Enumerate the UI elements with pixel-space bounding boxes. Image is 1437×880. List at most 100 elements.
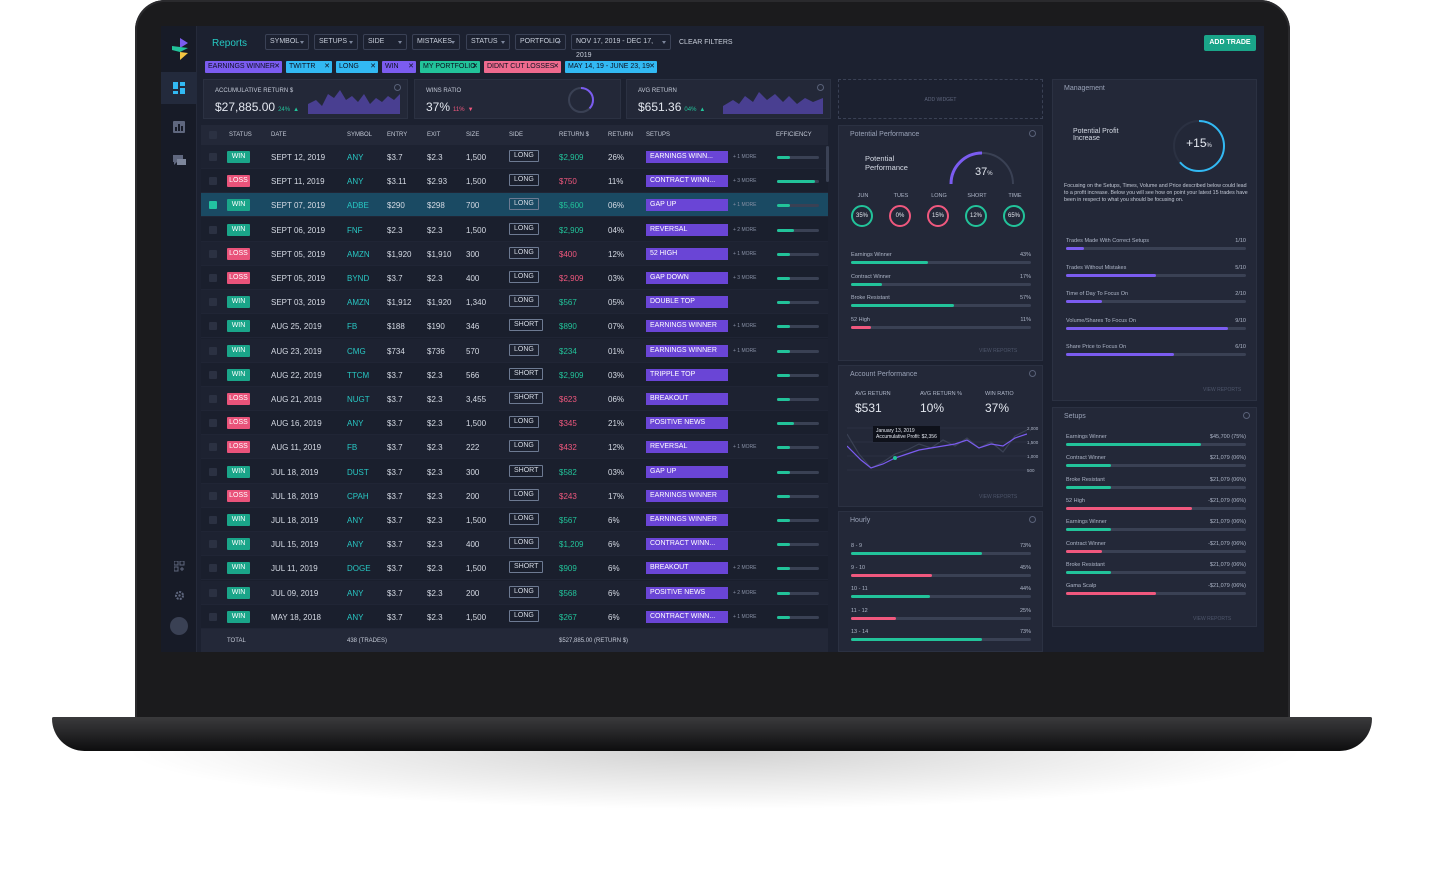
add-trade-button[interactable]: ADD TRADE — [1204, 35, 1256, 51]
more-setups-link[interactable]: + 1 MORE — [733, 251, 756, 257]
row-checkbox[interactable] — [209, 298, 217, 307]
filter-setups[interactable]: SETUPS — [314, 34, 358, 50]
row-checkbox[interactable] — [209, 540, 217, 549]
gear-icon[interactable] — [1243, 412, 1250, 419]
row-checkbox[interactable] — [209, 419, 217, 428]
table-row[interactable]: WIN SEPT 12, 2019 ANY $3.7 $2.3 1,500 $2,909 26… — [201, 145, 828, 169]
setup-tag[interactable]: BREAKOUT — [646, 393, 728, 405]
table-row[interactable]: WIN AUG 23, 2019 CMG $734 $736 570 $234 01% LONG… — [201, 338, 828, 363]
table-row[interactable]: WIN JUL 18, 2019 DUST $3.7 $2.3 300 $582 03% SHO… — [201, 460, 828, 484]
row-checkbox[interactable] — [209, 443, 217, 452]
row-checkbox[interactable] — [209, 249, 217, 258]
table-row[interactable]: LOSS AUG 21, 2019 NUGT $3.7 $2.3 3,455 $623 06%… — [201, 387, 828, 411]
table-row[interactable]: WIN AUG 22, 2019 TTCM $3.7 $2.3 566 $2,909 03% S… — [201, 363, 828, 387]
row-checkbox[interactable] — [209, 201, 217, 210]
view-reports-link[interactable]: VIEW REPORTS — [979, 494, 1017, 500]
row-checkbox[interactable] — [209, 467, 217, 476]
gear-icon[interactable] — [394, 84, 401, 91]
setup-tag[interactable]: REVERSAL — [646, 223, 728, 236]
avatar[interactable] — [170, 617, 188, 635]
view-reports-link[interactable]: VIEW REPORTS — [1203, 387, 1241, 393]
col-size[interactable]: SIZE — [466, 132, 479, 138]
col-symbol[interactable]: SYMBOL — [347, 132, 372, 138]
table-row[interactable]: WIN AUG 25, 2019 FB $188 $190 346 $890 07% SHORT… — [201, 314, 828, 339]
col-date[interactable]: DATE — [271, 132, 287, 138]
setup-tag[interactable]: EARNINGS WINNER — [646, 514, 728, 526]
row-checkbox[interactable] — [209, 225, 217, 234]
col-return-dollar[interactable]: RETURN $ — [559, 132, 589, 138]
sidebar-item-settings[interactable] — [161, 579, 197, 611]
setup-tag[interactable]: EARNINGS WINNER — [646, 344, 728, 357]
setup-tag[interactable]: GAP DOWN — [646, 272, 728, 284]
table-row[interactable]: WIN SEPT 03, 2019 AMZN $1,912 $1,920 1,340 $56… — [201, 290, 828, 315]
filter-symbol[interactable]: SYMBOL — [265, 34, 309, 50]
sidebar-item-dashboard[interactable] — [161, 72, 197, 104]
more-setups-link[interactable]: + 3 MORE — [733, 178, 756, 184]
view-reports-link[interactable]: VIEW REPORTS — [1193, 616, 1231, 622]
row-checkbox[interactable] — [209, 177, 217, 186]
add-widget-slot[interactable]: ADD WIDGET — [838, 79, 1043, 119]
more-setups-link[interactable]: + 2 MORE — [733, 590, 756, 596]
setup-tag[interactable]: POSITIVE NEWS — [646, 417, 728, 430]
table-row[interactable]: WIN JUL 09, 2019 ANY $3.7 $2.3 200 $568 6% LONG P… — [201, 580, 828, 605]
setup-tag[interactable]: POSITIVE NEWS — [646, 586, 728, 599]
table-row[interactable]: WIN MAY 18, 2018 ANY $3.7 $2.3 1,500 $267 6% LON… — [201, 605, 828, 629]
setup-tag[interactable]: GAP UP — [646, 465, 728, 478]
close-icon[interactable]: ✕ — [274, 61, 280, 73]
close-icon[interactable]: ✕ — [408, 61, 414, 73]
row-checkbox[interactable] — [209, 491, 217, 500]
table-row[interactable]: WIN JUL 15, 2019 ANY $3.7 $2.3 400 $1,209 6% LON… — [201, 532, 828, 557]
filter-portfolio[interactable]: PORTFOLIO — [515, 34, 566, 50]
table-row[interactable]: LOSS JUL 18, 2019 CPAH $3.7 $2.3 200 $243 17% LO… — [201, 483, 828, 508]
close-icon[interactable]: ✕ — [553, 61, 559, 73]
sidebar-item-widgets[interactable] — [161, 550, 197, 582]
setup-tag[interactable]: DOUBLE TOP — [646, 296, 728, 309]
table-row[interactable]: LOSS SEPT 05, 2019 BYND $3.7 $2.3 400 $2,909 03… — [201, 266, 828, 290]
sidebar-item-messages[interactable] — [161, 145, 197, 177]
setup-tag[interactable]: 52 HIGH — [646, 247, 728, 260]
col-return[interactable]: RETURN — [608, 132, 633, 138]
row-checkbox[interactable] — [209, 612, 217, 621]
col-setups[interactable]: SETUPS — [646, 132, 670, 138]
row-checkbox[interactable] — [209, 346, 217, 355]
setup-tag[interactable]: CONTRACT WINN... — [646, 610, 728, 623]
row-checkbox[interactable] — [209, 588, 217, 597]
setup-tag[interactable]: EARNINGS WINNER — [646, 320, 728, 333]
table-row[interactable]: WIN SEPT 07, 2019 ADBE $290 $298 700 $5,600 06%… — [201, 193, 828, 218]
more-setups-link[interactable]: + 1 MORE — [733, 323, 756, 329]
close-icon[interactable]: ✕ — [472, 61, 478, 73]
setup-tag[interactable]: CONTRACT WINN... — [646, 175, 728, 188]
row-checkbox[interactable] — [209, 370, 217, 379]
table-row[interactable]: LOSS AUG 16, 2019 ANY $3.7 $2.3 1,500 $345 21% L… — [201, 411, 828, 436]
more-setups-link[interactable]: + 1 MORE — [733, 444, 756, 450]
col-side[interactable]: SIDE — [509, 132, 523, 138]
more-setups-link[interactable]: + 1 MORE — [733, 348, 756, 354]
setup-tag[interactable]: GAP UP — [646, 199, 728, 212]
col-status[interactable]: STATUS — [229, 132, 252, 138]
filter-date-range[interactable]: NOV 17, 2019 - DEC 17, 2019 — [571, 34, 671, 59]
setup-tag[interactable]: EARNINGS WINN... — [646, 151, 728, 163]
gear-icon[interactable] — [1029, 130, 1036, 137]
filter-side[interactable]: SIDE — [363, 34, 407, 50]
table-row[interactable]: LOSS SEPT 11, 2019 ANY $3.11 $2.93 1,500 $750 1… — [201, 169, 828, 194]
table-row[interactable]: LOSS AUG 11, 2019 FB $3.7 $2.3 222 $432 12% LONG… — [201, 435, 828, 460]
table-row[interactable]: WIN SEPT 06, 2019 FNF $2.3 $2.3 1,500 $2,909 04… — [201, 218, 828, 242]
more-setups-link[interactable]: + 1 MORE — [733, 154, 756, 160]
setup-tag[interactable]: TRIPPLE TOP — [646, 368, 728, 381]
row-checkbox[interactable] — [209, 153, 217, 161]
table-row[interactable]: LOSS SEPT 05, 2019 AMZN $1,920 $1,910 300 $400… — [201, 241, 828, 266]
col-entry[interactable]: ENTRY — [387, 132, 407, 138]
select-all-checkbox[interactable] — [209, 131, 217, 139]
gear-icon[interactable] — [1029, 370, 1036, 377]
row-checkbox[interactable] — [209, 322, 217, 331]
close-icon[interactable]: ✕ — [324, 61, 330, 73]
row-checkbox[interactable] — [209, 274, 217, 282]
sidebar-item-reports[interactable] — [161, 111, 197, 143]
table-scrollbar[interactable] — [826, 146, 829, 182]
row-checkbox[interactable] — [209, 516, 217, 524]
more-setups-link[interactable]: + 2 MORE — [733, 565, 756, 571]
clear-filters-link[interactable]: CLEAR FILTERS — [679, 39, 733, 46]
filter-mistakes[interactable]: MISTAKES — [412, 34, 460, 50]
gear-icon[interactable] — [817, 84, 824, 91]
row-checkbox[interactable] — [209, 564, 217, 573]
